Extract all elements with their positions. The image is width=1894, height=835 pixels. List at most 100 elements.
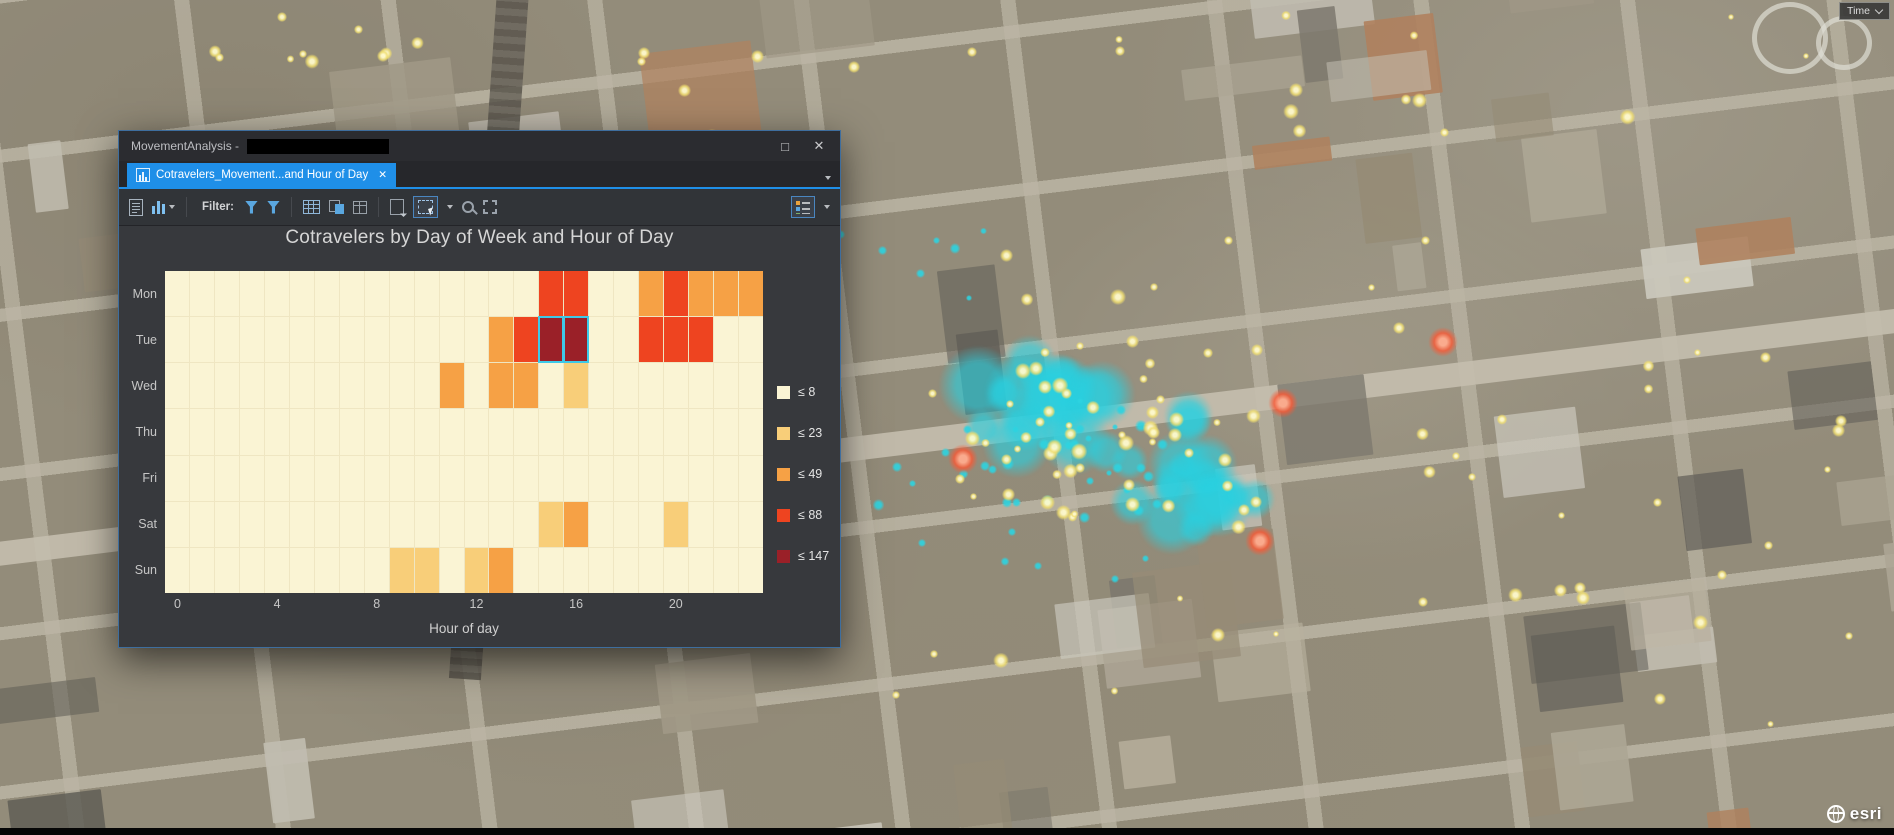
heatmap-cell-mon-22[interactable] <box>714 271 739 317</box>
heatmap-cell-mon-1[interactable] <box>189 271 214 317</box>
heatmap-cell-tue-6[interactable] <box>314 317 339 363</box>
heatmap-cell-wed-6[interactable] <box>314 363 339 409</box>
legend-entry[interactable]: ≤ 88 <box>777 508 829 522</box>
heatmap-cell-wed-14[interactable] <box>514 363 539 409</box>
heatmap-cell-thu-16[interactable] <box>564 409 589 455</box>
heatmap-cell-thu-8[interactable] <box>364 409 389 455</box>
heatmap-cell-sat-7[interactable] <box>339 501 364 547</box>
heatmap-cell-sat-3[interactable] <box>239 501 264 547</box>
heatmap-cell-sun-16[interactable] <box>564 547 589 593</box>
heatmap-cell-thu-0[interactable] <box>165 409 189 455</box>
heatmap-cell-wed-8[interactable] <box>364 363 389 409</box>
heatmap-cell-sun-11[interactable] <box>439 547 464 593</box>
heatmap-cell-sun-17[interactable] <box>589 547 614 593</box>
heatmap-cell-mon-14[interactable] <box>514 271 539 317</box>
heatmap-cell-mon-23[interactable] <box>739 271 763 317</box>
heatmap-cell-wed-23[interactable] <box>739 363 763 409</box>
heatmap-cell-sun-2[interactable] <box>214 547 239 593</box>
heatmap-cell-sat-22[interactable] <box>714 501 739 547</box>
heatmap-cell-fri-21[interactable] <box>689 455 714 501</box>
close-window-button[interactable]: ✕ <box>802 134 836 158</box>
filter-by-extent-icon[interactable] <box>266 200 280 214</box>
heatmap-cell-tue-9[interactable] <box>389 317 414 363</box>
heatmap-cell-sat-10[interactable] <box>414 501 439 547</box>
heatmap-cell-wed-21[interactable] <box>689 363 714 409</box>
heatmap-cell-fri-6[interactable] <box>314 455 339 501</box>
heatmap-cell-tue-11[interactable] <box>439 317 464 363</box>
heatmap-cell-wed-13[interactable] <box>489 363 514 409</box>
heatmap-cell-tue-23[interactable] <box>739 317 763 363</box>
heatmap-cell-tue-15[interactable] <box>538 316 565 364</box>
heatmap-cell-thu-19[interactable] <box>639 409 664 455</box>
heatmap-cell-tue-20[interactable] <box>664 317 689 363</box>
selection-tool-caret-icon[interactable] <box>446 205 453 209</box>
heatmap-cell-sat-6[interactable] <box>314 501 339 547</box>
heatmap-cell-wed-20[interactable] <box>664 363 689 409</box>
chart-type-button[interactable] <box>152 200 175 214</box>
heatmap-cell-sun-18[interactable] <box>614 547 639 593</box>
heatmap-cell-wed-12[interactable] <box>464 363 489 409</box>
heatmap-cell-tue-18[interactable] <box>614 317 639 363</box>
heatmap-cell-thu-17[interactable] <box>589 409 614 455</box>
heatmap-cell-fri-23[interactable] <box>739 455 763 501</box>
heatmap-cell-sat-1[interactable] <box>189 501 214 547</box>
maximize-button[interactable]: □ <box>768 134 802 158</box>
heatmap-cell-sun-10[interactable] <box>414 547 439 593</box>
heatmap-cell-sat-2[interactable] <box>214 501 239 547</box>
heatmap-cell-tue-2[interactable] <box>214 317 239 363</box>
heatmap-cell-fri-5[interactable] <box>289 455 314 501</box>
heatmap-cell-tue-5[interactable] <box>289 317 314 363</box>
window-title-bar[interactable]: MovementAnalysis - □ ✕ <box>119 131 840 161</box>
selection-tool-button[interactable] <box>412 196 438 218</box>
heatmap-cell-sat-11[interactable] <box>439 501 464 547</box>
heatmap-cell-mon-8[interactable] <box>364 271 389 317</box>
legend-entry[interactable]: ≤ 8 <box>777 385 829 399</box>
heatmap-cell-wed-11[interactable] <box>439 363 464 409</box>
legend-entry[interactable]: ≤ 147 <box>777 549 829 563</box>
heatmap-cell-mon-15[interactable] <box>539 271 564 317</box>
heatmap-cell-sun-12[interactable] <box>464 547 489 593</box>
heatmap-cell-tue-19[interactable] <box>639 317 664 363</box>
heatmap-cell-wed-0[interactable] <box>165 363 189 409</box>
heatmap-cell-fri-20[interactable] <box>664 455 689 501</box>
heatmap-cell-mon-17[interactable] <box>589 271 614 317</box>
heatmap-cell-wed-4[interactable] <box>264 363 289 409</box>
heatmap-cell-sun-3[interactable] <box>239 547 264 593</box>
heatmap-cell-sun-9[interactable] <box>389 547 414 593</box>
heatmap-cell-fri-1[interactable] <box>189 455 214 501</box>
heatmap-cell-mon-4[interactable] <box>264 271 289 317</box>
heatmap-cell-sun-22[interactable] <box>714 547 739 593</box>
heatmap-cell-sat-4[interactable] <box>264 501 289 547</box>
heatmap-cell-fri-19[interactable] <box>639 455 664 501</box>
heatmap-cell-mon-21[interactable] <box>689 271 714 317</box>
heatmap-cell-thu-1[interactable] <box>189 409 214 455</box>
heatmap-cell-sat-19[interactable] <box>639 501 664 547</box>
heatmap-cell-mon-19[interactable] <box>639 271 664 317</box>
heatmap-cell-sat-17[interactable] <box>589 501 614 547</box>
heatmap-cell-tue-12[interactable] <box>464 317 489 363</box>
heatmap-cell-sun-13[interactable] <box>489 547 514 593</box>
heatmap-cell-fri-7[interactable] <box>339 455 364 501</box>
heatmap-cell-wed-16[interactable] <box>564 363 589 409</box>
heatmap-cell-mon-5[interactable] <box>289 271 314 317</box>
heatmap-cell-sat-20[interactable] <box>664 501 689 547</box>
heatmap-cell-mon-12[interactable] <box>464 271 489 317</box>
heatmap-cell-mon-0[interactable] <box>165 271 189 317</box>
heatmap-cell-fri-17[interactable] <box>589 455 614 501</box>
summary-table-icon[interactable] <box>352 200 367 214</box>
heatmap-cell-thu-18[interactable] <box>614 409 639 455</box>
copy-table-icon[interactable] <box>328 200 344 214</box>
heatmap-cell-sat-0[interactable] <box>165 501 189 547</box>
heatmap-cell-fri-8[interactable] <box>364 455 389 501</box>
heatmap-cell-mon-10[interactable] <box>414 271 439 317</box>
heatmap-cell-tue-22[interactable] <box>714 317 739 363</box>
heatmap-cell-thu-6[interactable] <box>314 409 339 455</box>
heatmap-cell-tue-14[interactable] <box>514 317 539 363</box>
filter-by-selection-icon[interactable] <box>244 200 258 214</box>
heatmap-cell-fri-16[interactable] <box>564 455 589 501</box>
legend-panel-caret-icon[interactable] <box>824 205 830 209</box>
heatmap-cell-sun-8[interactable] <box>364 547 389 593</box>
heatmap-cell-thu-7[interactable] <box>339 409 364 455</box>
heatmap-cell-thu-21[interactable] <box>689 409 714 455</box>
heatmap-cell-thu-23[interactable] <box>739 409 763 455</box>
